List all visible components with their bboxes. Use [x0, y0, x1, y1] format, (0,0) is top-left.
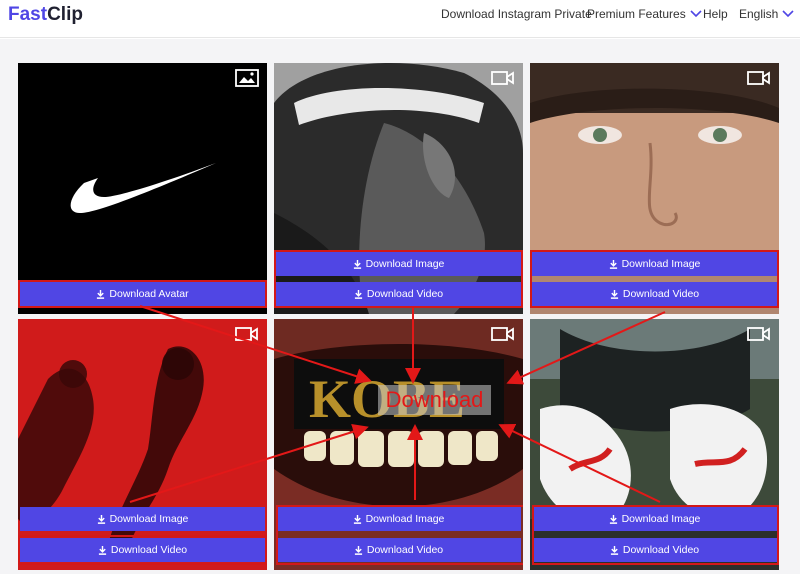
download-image-button[interactable]: Download Image — [20, 507, 265, 531]
download-icon — [353, 514, 361, 524]
nav-download-private[interactable]: Download Instagram Private — [441, 7, 592, 21]
top-nav: FastClip Download Instagram Private Prem… — [0, 0, 800, 38]
video-icon — [491, 327, 514, 341]
download-image-label: Download Image — [365, 258, 445, 270]
download-icon — [97, 289, 105, 299]
download-video-label: Download Video — [622, 544, 700, 556]
download-image-button[interactable]: Download Image — [532, 252, 777, 276]
download-icon — [609, 259, 617, 269]
chevron-down-icon — [782, 10, 794, 18]
video-icon — [235, 327, 258, 341]
nike-logo-image — [18, 63, 267, 314]
media-card-video: Download Image Download Video — [274, 63, 523, 314]
download-icon — [609, 514, 617, 524]
download-avatar-label: Download Avatar — [109, 288, 189, 300]
download-video-label: Download Video — [366, 544, 444, 556]
download-image-label: Download Image — [109, 513, 189, 525]
download-image-label: Download Image — [621, 258, 701, 270]
download-annotation-label: Download — [378, 385, 491, 415]
download-image-button[interactable]: Download Image — [276, 252, 521, 276]
download-video-button[interactable]: Download Video — [532, 282, 777, 306]
download-icon — [97, 514, 105, 524]
media-card-video: Download Image Download Video — [530, 63, 779, 314]
nav-premium-label: Premium Features — [587, 7, 686, 21]
download-image-label: Download Image — [621, 513, 701, 525]
download-video-button[interactable]: Download Video — [532, 538, 777, 562]
download-icon — [610, 545, 618, 555]
image-icon — [235, 69, 259, 87]
media-card-video: KOBE Download Image Download Video — [274, 319, 523, 570]
video-icon — [747, 327, 770, 341]
media-card-video: Download Image Download Video — [18, 319, 267, 570]
download-image-label: Download Image — [365, 513, 445, 525]
logo-part-fast: Fast — [8, 4, 48, 25]
nav-help-label: Help — [703, 7, 728, 21]
nav-premium-features[interactable]: Premium Features — [587, 7, 702, 21]
download-avatar-button[interactable]: Download Avatar — [20, 282, 265, 306]
download-video-button[interactable]: Download Video — [276, 538, 521, 562]
gloves-photo — [530, 319, 779, 570]
nav-download-private-label: Download Instagram Private — [441, 7, 592, 21]
video-icon — [491, 71, 514, 85]
download-image-button[interactable]: Download Image — [532, 507, 777, 531]
face-closeup-photo — [530, 63, 779, 314]
download-icon — [353, 259, 361, 269]
download-icon — [354, 545, 362, 555]
media-card-video: Download Image Download Video — [530, 319, 779, 570]
download-video-label: Download Video — [622, 288, 700, 300]
media-card-avatar: Download Avatar — [18, 63, 267, 314]
page: FastClip Download Instagram Private Prem… — [0, 0, 800, 574]
download-video-label: Download Video — [366, 288, 444, 300]
nav-language[interactable]: English — [739, 7, 794, 21]
download-video-label: Download Video — [110, 544, 188, 556]
download-icon — [98, 545, 106, 555]
kobe-grill-photo: KOBE — [274, 319, 523, 570]
nav-help[interactable]: Help — [703, 7, 728, 21]
athlete-photo — [274, 63, 523, 314]
logo-part-clip: Clip — [47, 4, 83, 25]
download-icon — [610, 289, 618, 299]
download-icon — [354, 289, 362, 299]
download-image-button[interactable]: Download Image — [276, 507, 521, 531]
download-video-button[interactable]: Download Video — [276, 282, 521, 306]
fastclip-logo[interactable]: FastClip — [8, 4, 83, 26]
video-icon — [747, 71, 770, 85]
download-video-button[interactable]: Download Video — [20, 538, 265, 562]
red-silhouette-photo — [18, 319, 267, 570]
nav-language-label: English — [739, 7, 779, 21]
chevron-down-icon — [690, 10, 702, 18]
